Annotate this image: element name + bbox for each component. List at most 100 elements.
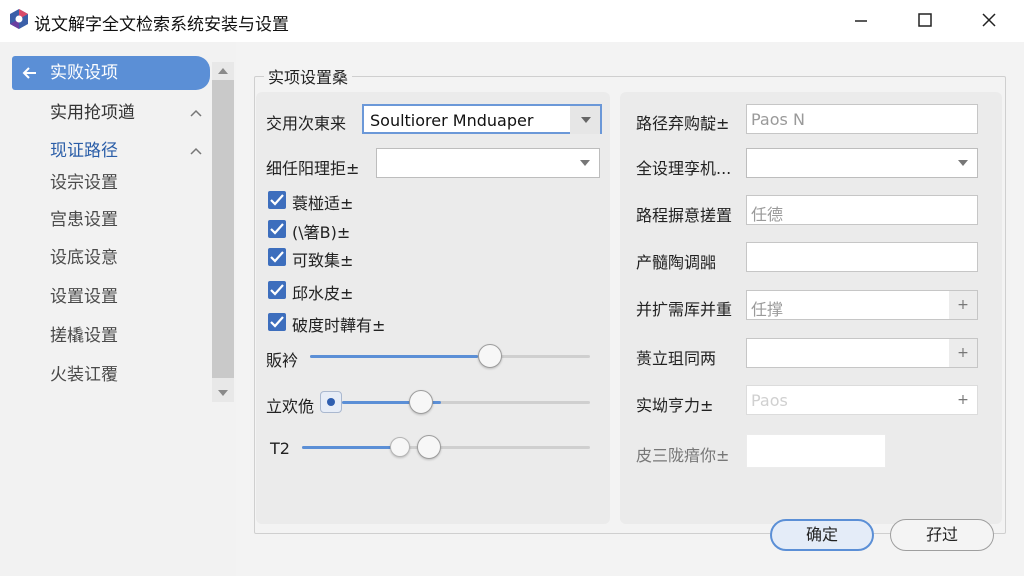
slider-1-label: 販衿: [266, 351, 299, 370]
checkmark-icon: [270, 223, 284, 235]
plus-icon[interactable]: +: [949, 386, 977, 414]
combo1-label: 交用次東来: [266, 114, 347, 133]
combo2-dropdown[interactable]: [376, 148, 600, 178]
sidebar-item-label: 设底设意: [50, 248, 118, 268]
field-3-label: 路程摒意搓置: [636, 206, 733, 225]
sidebar-item-label: 设置设置: [50, 287, 118, 307]
slider-3-label: T2: [270, 439, 290, 458]
slider-3-track[interactable]: [302, 446, 590, 449]
checkbox-5[interactable]: [268, 313, 286, 331]
sidebar-item-label: 实败设项: [50, 63, 118, 83]
sidebar-item-label: 火装讧覆: [50, 365, 118, 385]
field-6-input[interactable]: +: [746, 338, 978, 368]
checkbox-4-label: 邱水皮±: [292, 284, 354, 303]
field-4-label: 产髓陶调嘂: [636, 253, 717, 272]
sidebar-item[interactable]: 宫患设置: [12, 203, 210, 237]
checkbox-1-label: 蓑椪适±: [292, 194, 354, 213]
sidebar-item[interactable]: 设底设意: [12, 241, 210, 275]
maximize-icon: [918, 13, 932, 27]
slider-1-fill: [310, 355, 478, 358]
window-title: 说文解字全文检索系统安装与设置: [34, 15, 289, 35]
sidebar-scrollbar[interactable]: [211, 62, 235, 402]
plus-icon[interactable]: +: [949, 291, 977, 319]
cancel-button[interactable]: 孖过: [890, 519, 994, 551]
checkbox-2[interactable]: [268, 220, 286, 238]
field-7-input[interactable]: Paos +: [746, 385, 978, 415]
plus-icon[interactable]: +: [949, 339, 977, 367]
field-6-label: 蒉立珇同两: [636, 349, 717, 368]
sidebar-item-label: 搓橇设置: [50, 326, 118, 346]
minimize-button[interactable]: [838, 4, 884, 36]
slider-2-knob[interactable]: [409, 390, 433, 414]
combo1-value: Soultiorer Mnduaper: [370, 111, 534, 130]
field-8-input[interactable]: [746, 434, 886, 468]
chevron-down-icon: [581, 117, 591, 123]
field-1-label: 路径弃购靛±: [636, 114, 730, 133]
chevron-down-icon: [580, 160, 590, 166]
app-logo-icon: [10, 9, 28, 29]
field-7-placeholder: Paos: [751, 391, 788, 410]
checkmark-icon: [270, 284, 284, 296]
ok-button[interactable]: 确定: [770, 519, 874, 551]
sidebar-item[interactable]: 设宗设置: [12, 166, 210, 200]
slider-3-secondary-knob[interactable]: [390, 437, 410, 457]
scroll-up-icon[interactable]: [216, 66, 230, 76]
field-4-input[interactable]: [746, 242, 978, 272]
field-3-placeholder: 任德: [751, 205, 784, 224]
sidebar-item[interactable]: 设置设置: [12, 280, 210, 314]
chevron-up-icon: [190, 147, 202, 155]
field-5-label: 并扩需厍并重: [636, 300, 733, 319]
slider-3-knob[interactable]: [417, 435, 441, 459]
checkmark-icon: [270, 316, 284, 328]
field-1-placeholder: Paos N: [751, 110, 805, 129]
group-title: 实项设置桑: [264, 64, 353, 88]
combo2-label: 细任阳理拒±: [266, 159, 360, 178]
scrollbar-thumb[interactable]: [212, 80, 234, 378]
dropdown-button[interactable]: [947, 149, 977, 177]
checkbox-3-label: 可致集±: [292, 251, 354, 270]
sidebar-item-label: 设宗设置: [50, 173, 118, 193]
scroll-down-icon[interactable]: [216, 388, 230, 398]
close-button[interactable]: [966, 4, 1012, 36]
field-7-label: 实坳亨力±: [636, 396, 714, 415]
slider-2-toggle[interactable]: [320, 391, 342, 413]
checkmark-icon: [270, 194, 284, 206]
title-bar: 说文解字全文检索系统安装与设置: [0, 0, 1024, 42]
sidebar-item-label: 实用抢项遒: [50, 103, 135, 123]
sidebar-item[interactable]: 搓橇设置: [12, 319, 210, 353]
checkbox-3[interactable]: [268, 248, 286, 266]
slider-3-fill: [302, 446, 400, 449]
chevron-up-icon: [190, 109, 202, 117]
slider-2-track[interactable]: [342, 401, 590, 404]
slider-1-track[interactable]: [310, 355, 590, 358]
field-2-dropdown[interactable]: [746, 148, 978, 178]
checkbox-2-label: (\箸B)±: [292, 223, 351, 242]
field-3-input[interactable]: 任德: [746, 195, 978, 225]
close-icon: [982, 13, 996, 27]
slider-2-label: 立欢佹: [266, 397, 315, 416]
field-2-label: 全设理孪机...: [636, 159, 732, 178]
slider-1-knob[interactable]: [478, 344, 502, 368]
sidebar-item-label: 现证路径: [50, 141, 118, 161]
checkbox-5-label: 破度时韡有±: [292, 316, 386, 335]
field-5-placeholder: 任撑: [751, 300, 784, 319]
sidebar: 实败设项 实用抢项遒 现证路径 设宗设置 宫患设置 设底设意 设置设置 搓橇设置…: [0, 42, 236, 576]
field-8-label: 皮三陇瘖你±: [636, 446, 730, 465]
chevron-down-icon: [958, 160, 968, 166]
dropdown-button[interactable]: [569, 149, 599, 177]
dropdown-button[interactable]: [570, 106, 600, 134]
sidebar-item-section-2[interactable]: 现证路径: [12, 134, 210, 168]
arrow-left-icon: [22, 67, 36, 79]
sidebar-item-label: 宫患设置: [50, 210, 118, 230]
minimize-icon: [855, 20, 867, 22]
maximize-button[interactable]: [902, 4, 948, 36]
combo1-dropdown[interactable]: Soultiorer Mnduaper: [362, 104, 602, 134]
field-5-input[interactable]: 任撑 +: [746, 290, 978, 320]
sidebar-item-active[interactable]: 实败设项: [12, 56, 210, 90]
sidebar-item[interactable]: 火装讧覆: [12, 358, 210, 392]
field-1-input[interactable]: Paos N: [746, 104, 978, 134]
checkbox-1[interactable]: [268, 191, 286, 209]
sidebar-item-section-1[interactable]: 实用抢项遒: [12, 96, 210, 130]
checkmark-icon: [270, 251, 284, 263]
checkbox-4[interactable]: [268, 281, 286, 299]
